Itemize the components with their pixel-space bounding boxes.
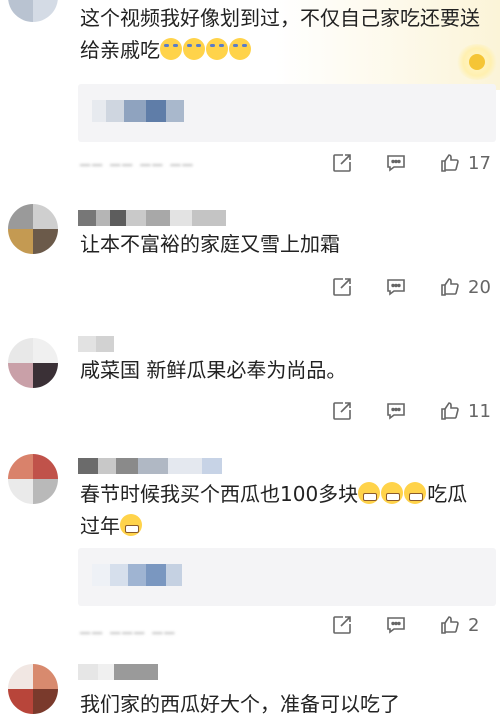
reply-preview[interactable] (78, 548, 496, 606)
share-icon (333, 402, 351, 420)
like-button[interactable]: 20 (438, 272, 491, 302)
thumbs-up-icon (441, 402, 459, 420)
comment-icon (387, 155, 405, 172)
comment-icon (387, 279, 405, 296)
avatar[interactable] (8, 0, 58, 22)
cry-laugh-emoji (206, 38, 228, 60)
reply-username-blurred (92, 564, 182, 586)
share-button[interactable] (330, 396, 354, 426)
like-button[interactable]: 17 (438, 148, 491, 178)
cry-laugh-emoji (160, 38, 182, 60)
like-button[interactable]: 11 (438, 396, 491, 426)
action-bar: 20 (320, 272, 500, 302)
action-bar: 2 (320, 610, 500, 640)
comment-button[interactable] (384, 272, 408, 302)
comment-icon (387, 617, 405, 634)
action-bar: 17 (320, 148, 500, 178)
username-blurred (78, 458, 222, 474)
thumbs-up-icon (441, 154, 459, 172)
grin-emoji (404, 482, 427, 504)
avatar[interactable] (8, 204, 58, 254)
avatar[interactable] (8, 664, 58, 714)
username-blurred (78, 336, 114, 352)
thumbs-up-icon (441, 278, 459, 296)
comment-text: 我们家的西瓜好大个，准备可以吃了 (80, 692, 400, 716)
comment-button[interactable] (384, 148, 408, 178)
avatar[interactable] (8, 454, 58, 504)
comment-meta-blurred: ▁▁ ▁▁▁ ▁▁ (80, 620, 177, 635)
share-icon (333, 154, 351, 172)
share-button[interactable] (330, 272, 354, 302)
avatar[interactable] (8, 338, 58, 388)
like-count: 11 (468, 400, 491, 422)
cry-laugh-emoji (229, 38, 251, 60)
comment-icon (387, 403, 405, 420)
reply-preview[interactable] (78, 84, 496, 142)
like-count: 20 (468, 276, 491, 298)
comment-text: 春节时候我买个西瓜也100多块 吃瓜 过年 (80, 482, 468, 538)
reply-username-blurred (92, 100, 184, 122)
thumbs-up-icon (441, 616, 459, 634)
comment-meta-blurred: ▁▁ ▁▁ ▁▁ ▁▁ (80, 152, 195, 167)
share-button[interactable] (330, 610, 354, 640)
comment-button[interactable] (384, 610, 408, 640)
cry-laugh-emoji (183, 38, 205, 60)
share-button[interactable] (330, 148, 354, 178)
comment-button[interactable] (384, 396, 408, 426)
action-bar: 11 (320, 396, 500, 426)
grin-emoji (381, 482, 404, 504)
username-blurred (78, 664, 158, 680)
comment-text: 让本不富裕的家庭又雪上加霜 (80, 232, 340, 256)
grin-emoji (358, 482, 381, 504)
share-icon (333, 616, 351, 634)
share-icon (333, 278, 351, 296)
grin-emoji (120, 514, 142, 536)
username-blurred (78, 210, 226, 226)
like-button[interactable]: 2 (438, 610, 479, 640)
like-count: 2 (468, 614, 480, 636)
like-count: 17 (468, 152, 491, 174)
comment-text: 咸菜国 新鲜瓜果必奉为尚品。 (80, 358, 347, 382)
comment-text: 这个视频我好像划到过，不仅自己家吃还要送给亲戚吃 (80, 6, 480, 62)
